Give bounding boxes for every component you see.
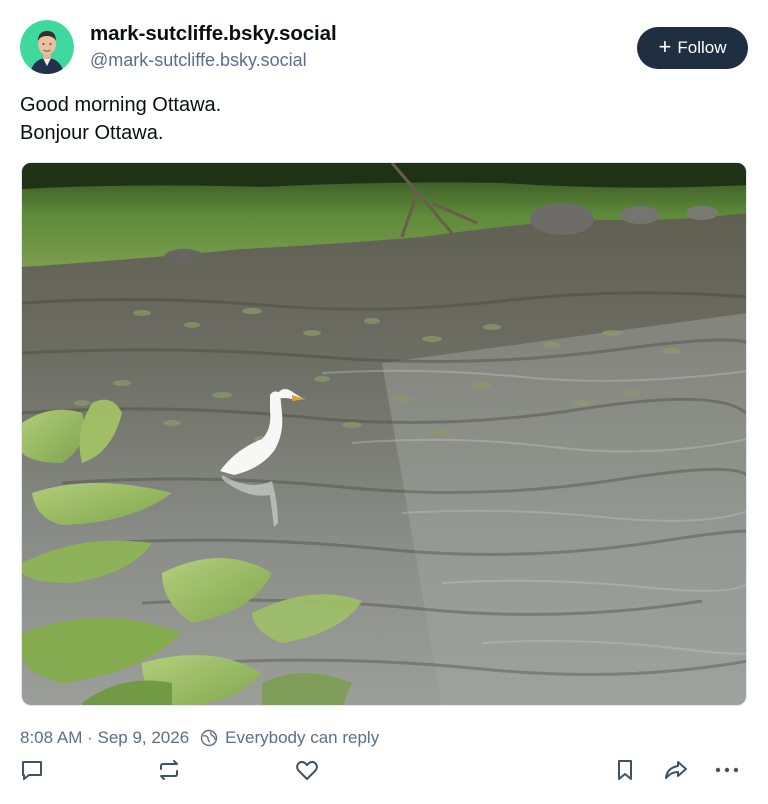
post-meta: 8:08 AM · Sep 9, 2026 Everybody can repl… (20, 728, 379, 748)
post-card: mark-sutcliffe.bsky.social @mark-sutclif… (0, 0, 768, 804)
reply-icon[interactable] (18, 756, 46, 784)
avatar-image (20, 20, 74, 74)
follow-button[interactable]: + Follow (637, 27, 748, 69)
avatar[interactable] (20, 20, 74, 74)
display-name[interactable]: mark-sutcliffe.bsky.social (90, 22, 337, 46)
reply-setting[interactable]: Everybody can reply (225, 728, 379, 748)
post-text-line: Bonjour Ottawa. (20, 122, 164, 144)
timestamp[interactable]: 8:08 AM · Sep 9, 2026 (20, 728, 189, 748)
like-icon[interactable] (293, 756, 321, 784)
egret-river-photo (22, 163, 746, 705)
more-icon[interactable] (713, 756, 741, 784)
handle[interactable]: @mark-sutcliffe.bsky.social (90, 50, 307, 71)
bookmark-icon[interactable] (611, 756, 639, 784)
repost-icon[interactable] (155, 756, 183, 784)
globe-icon (200, 729, 218, 747)
post-text: Good morning Ottawa. Bonjour Ottawa. (20, 91, 221, 147)
plus-icon: + (658, 34, 672, 59)
post-text-line: Good morning Ottawa. (20, 94, 222, 116)
follow-button-label: Follow (677, 38, 727, 57)
post-image[interactable] (21, 162, 747, 706)
share-icon[interactable] (662, 756, 690, 784)
